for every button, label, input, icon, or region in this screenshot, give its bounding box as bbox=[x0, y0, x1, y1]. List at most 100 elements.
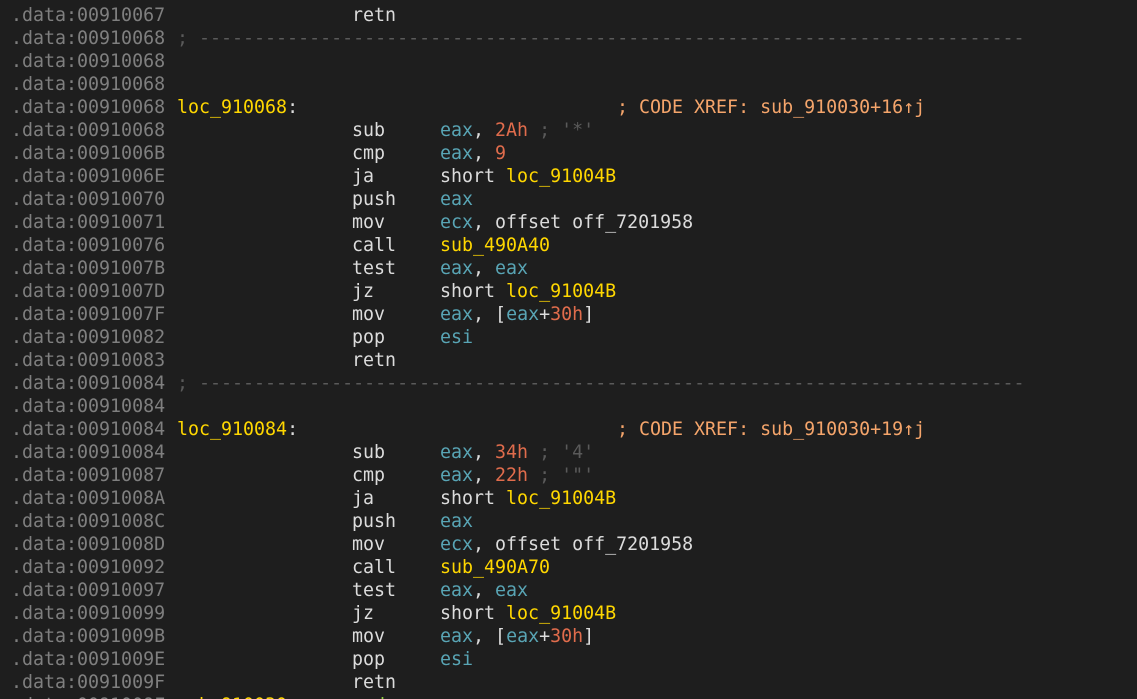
code-label[interactable]: sub_910030 bbox=[177, 694, 287, 699]
register-operand: eax bbox=[440, 511, 474, 532]
symbol-reference[interactable]: loc_91004B bbox=[506, 603, 616, 624]
operands: eax bbox=[440, 188, 473, 211]
listing-line[interactable]: .data:00910068 loc_910068: ; CODE XREF: su… bbox=[0, 96, 1137, 119]
symbol-reference[interactable]: loc_91004B bbox=[506, 281, 616, 302]
symbol-reference[interactable]: loc_91004B bbox=[506, 166, 616, 187]
operand-text: short bbox=[440, 281, 507, 302]
inline-comment: ; '*' bbox=[528, 120, 595, 141]
listing-line[interactable]: .data:0091008D mov ecx, offset off_7201958 bbox=[0, 533, 1137, 556]
mnemonic: retn bbox=[352, 672, 397, 693]
listing-line[interactable]: .data:00910084 ; ------------------------… bbox=[0, 372, 1137, 395]
mnemonic: push bbox=[352, 511, 397, 532]
code-label-name[interactable]: loc_910068 bbox=[177, 97, 287, 118]
listing-line[interactable]: .data:00910084 bbox=[0, 395, 1137, 418]
listing-line[interactable]: .data:0091007B test eax, eax bbox=[0, 257, 1137, 280]
address: .data:0091009F bbox=[11, 694, 165, 699]
listing-line[interactable]: .data:00910068 bbox=[0, 50, 1137, 73]
mnemonic: ja bbox=[352, 166, 375, 187]
listing-line[interactable]: .data:00910083 retn bbox=[0, 349, 1137, 372]
operand-text: , bbox=[473, 442, 496, 463]
operand-text: , bbox=[473, 120, 496, 141]
listing-line[interactable]: .data:00910068 bbox=[0, 73, 1137, 96]
listing-line[interactable]: .data:0091009F sub_910030 endp bbox=[0, 694, 1137, 699]
operands: eax, [eax+30h] bbox=[440, 625, 594, 648]
operand-text: short bbox=[440, 603, 507, 624]
operand-text: short bbox=[440, 166, 507, 187]
listing-line[interactable]: .data:0091007F mov eax, [eax+30h] bbox=[0, 303, 1137, 326]
listing-line[interactable]: .data:00910084 sub eax, 34h ; '4' bbox=[0, 441, 1137, 464]
listing-line[interactable]: .data:0091008A ja short loc_91004B bbox=[0, 487, 1137, 510]
listing-line[interactable]: .data:00910092 call sub_490A70 bbox=[0, 556, 1137, 579]
address: .data:0091008C bbox=[11, 511, 166, 532]
listing-line[interactable]: .data:00910068 sub eax, 2Ah ; '*' bbox=[0, 119, 1137, 142]
address: .data:00910071 bbox=[11, 212, 166, 233]
listing-line[interactable]: .data:00910068 ; ------------------------… bbox=[0, 27, 1137, 50]
listing-line[interactable]: .data:0091009E pop esi bbox=[0, 648, 1137, 671]
operands: eax bbox=[440, 510, 473, 533]
mnemonic: test bbox=[352, 258, 397, 279]
code-label-colon: : bbox=[287, 419, 299, 440]
operand-text: , offset bbox=[473, 212, 573, 233]
mnemonic: pop bbox=[352, 649, 386, 670]
disassembly-listing[interactable]: .data:00910067 retn .data:00910068 ; ------… bbox=[0, 0, 1137, 699]
mnemonic: jz bbox=[352, 603, 375, 624]
symbol-reference[interactable]: sub_490A70 bbox=[440, 557, 550, 578]
code-label-name[interactable]: sub_910030 bbox=[177, 695, 287, 699]
register-operand: eax bbox=[440, 580, 474, 601]
listing-line[interactable]: .data:00910067 retn bbox=[0, 4, 1137, 27]
listing-line[interactable]: .data:0091009B mov eax, [eax+30h] bbox=[0, 625, 1137, 648]
address: .data:00910092 bbox=[11, 557, 166, 578]
listing-line[interactable]: .data:00910097 test eax, eax bbox=[0, 579, 1137, 602]
code-label[interactable]: loc_910084: bbox=[177, 418, 298, 441]
register-operand: eax bbox=[440, 304, 474, 325]
listing-line[interactable]: .data:00910087 cmp eax, 22h ; '"' bbox=[0, 464, 1137, 487]
address: .data:0091006E bbox=[11, 166, 166, 187]
operand-text: ] bbox=[583, 626, 595, 647]
immediate-operand: 30h bbox=[550, 304, 584, 325]
operands: short loc_91004B bbox=[440, 280, 616, 303]
listing-line[interactable]: .data:00910082 pop esi bbox=[0, 326, 1137, 349]
register-operand: esi bbox=[440, 649, 474, 670]
operands: ecx, offset off_7201958 bbox=[440, 211, 693, 234]
listing-line[interactable]: .data:00910071 mov ecx, offset off_7201958 bbox=[0, 211, 1137, 234]
listing-line[interactable]: .data:00910084 loc_910084: ; CODE XREF: su… bbox=[0, 418, 1137, 441]
mnemonic: cmp bbox=[352, 465, 386, 486]
listing-line[interactable]: .data:0091006B cmp eax, 9 bbox=[0, 142, 1137, 165]
register-operand: esi bbox=[440, 327, 474, 348]
operands: sub_490A40 bbox=[440, 234, 550, 257]
operand-text: + bbox=[539, 304, 551, 325]
listing-line[interactable]: .data:0091008C push eax bbox=[0, 510, 1137, 533]
address: .data:0091009F bbox=[11, 672, 166, 693]
xref-comment[interactable]: ; CODE XREF: sub_910030+19↑j bbox=[617, 418, 925, 441]
listing-line[interactable]: .data:0091006E ja short loc_91004B bbox=[0, 165, 1137, 188]
symbol-reference[interactable]: loc_91004B bbox=[506, 488, 616, 509]
listing-line[interactable]: .data:00910070 push eax bbox=[0, 188, 1137, 211]
mnemonic: retn bbox=[352, 350, 397, 371]
code-label-name[interactable]: loc_910084 bbox=[177, 419, 287, 440]
code-label[interactable]: loc_910068: bbox=[177, 96, 298, 119]
register-operand: eax bbox=[506, 626, 540, 647]
operands: short loc_91004B bbox=[440, 165, 616, 188]
inline-comment: ; '"' bbox=[528, 465, 595, 486]
mnemonic: ja bbox=[352, 488, 375, 509]
listing-line[interactable]: .data:0091007D jz short loc_91004B bbox=[0, 280, 1137, 303]
operands: esi bbox=[440, 648, 473, 671]
operands: ecx, offset off_7201958 bbox=[440, 533, 693, 556]
address: .data:00910084 bbox=[11, 396, 166, 417]
symbol-reference[interactable]: sub_490A40 bbox=[440, 235, 550, 256]
address: .data:00910083 bbox=[11, 350, 166, 371]
mnemonic: sub bbox=[352, 120, 386, 141]
register-operand: eax bbox=[495, 258, 529, 279]
operand-text: , bbox=[473, 258, 496, 279]
listing-line[interactable]: .data:00910076 call sub_490A40 bbox=[0, 234, 1137, 257]
listing-line[interactable]: .data:0091009F retn bbox=[0, 671, 1137, 694]
listing-line[interactable]: .data:00910099 jz short loc_91004B bbox=[0, 602, 1137, 625]
register-operand: eax bbox=[440, 143, 474, 164]
operands: sub_490A70 bbox=[440, 556, 550, 579]
mnemonic: call bbox=[352, 557, 397, 578]
xref-comment[interactable]: ; CODE XREF: sub_910030+16↑j bbox=[617, 96, 925, 119]
mnemonic: endp bbox=[352, 694, 396, 699]
register-operand: eax bbox=[440, 120, 474, 141]
address: .data:00910070 bbox=[11, 189, 166, 210]
mnemonic: call bbox=[352, 235, 397, 256]
